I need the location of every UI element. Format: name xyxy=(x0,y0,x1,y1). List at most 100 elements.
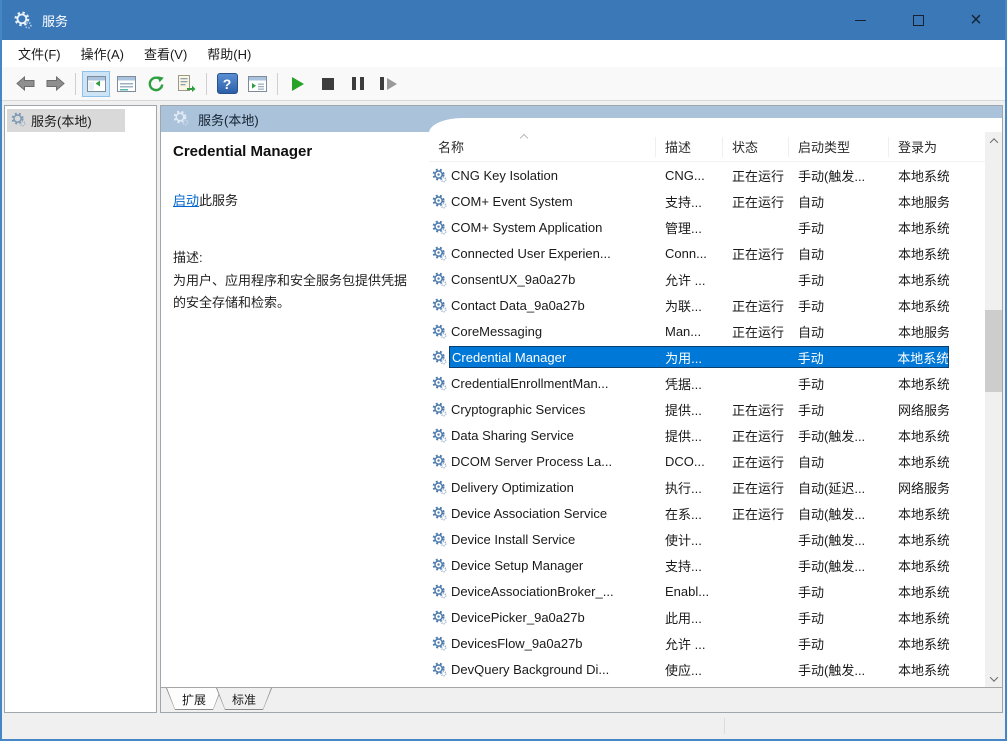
table-row[interactable]: DevQuery Background Di...使应...手动(触发...本地… xyxy=(429,656,985,682)
table-row[interactable]: Device Install Service使计...手动(触发...本地系统 xyxy=(429,526,985,552)
cell-start: 手动(触发... xyxy=(789,660,889,679)
app-gear-icon xyxy=(12,9,34,31)
properties-button[interactable] xyxy=(112,71,140,97)
cell-desc: 允许 ... xyxy=(656,634,723,653)
table-row[interactable]: Credential Manager为用...手动本地系统 xyxy=(429,344,985,370)
cell-stat: 正在运行 xyxy=(723,244,789,263)
cell-desc: 使应... xyxy=(656,660,723,679)
table-row[interactable]: Connected User Experien...Conn...正在运行自动本… xyxy=(429,240,985,266)
tab-extended[interactable]: 扩展 xyxy=(166,688,222,710)
minimize-button[interactable] xyxy=(831,0,889,40)
services-window: 服务 × 文件(F)操作(A)查看(V)帮助(H) ? 服务(本地) xyxy=(0,0,1007,741)
close-button[interactable]: × xyxy=(947,0,1005,40)
cell-logon: 本地系统 xyxy=(889,296,949,315)
cell-desc: 为用... xyxy=(656,348,723,367)
cell-logon: 本地系统 xyxy=(889,608,949,627)
menu-action[interactable]: 操作(A) xyxy=(71,40,134,67)
table-row[interactable]: DCOM Server Process La...DCO...正在运行自动本地系… xyxy=(429,448,985,474)
cell-start: 手动 xyxy=(789,374,889,393)
status-divider xyxy=(724,718,725,734)
services-list: 名称描述状态启动类型登录为 CNG Key IsolationCNG...正在运… xyxy=(429,132,1002,687)
table-row[interactable]: Cryptographic Services提供...正在运行手动网络服务 xyxy=(429,396,985,422)
table-row[interactable]: Device Setup Manager支持...手动(触发...本地系统 xyxy=(429,552,985,578)
table-row[interactable]: COM+ Event System支持...正在运行自动本地服务 xyxy=(429,188,985,214)
cell-name: Contact Data_9a0a27b xyxy=(449,298,656,313)
cell-start: 手动 xyxy=(789,218,889,237)
start-service-button[interactable] xyxy=(284,71,312,97)
table-row[interactable]: ConsentUX_9a0a27b允许 ...手动本地系统 xyxy=(429,266,985,292)
maximize-button[interactable] xyxy=(889,0,947,40)
table-row[interactable]: DevicePicker_9a0a27b此用...手动本地系统 xyxy=(429,604,985,630)
column-header-2[interactable]: 状态 xyxy=(723,137,789,157)
cell-logon: 本地系统 xyxy=(889,452,949,471)
service-gear-icon xyxy=(429,532,449,547)
help-button[interactable]: ? xyxy=(213,71,241,97)
column-header-4[interactable]: 登录为 xyxy=(889,137,949,157)
menu-bar: 文件(F)操作(A)查看(V)帮助(H) xyxy=(2,40,1005,67)
list-header: 名称描述状态启动类型登录为 xyxy=(429,132,985,162)
content-area: 服务(本地) 服务(本地) Credential Manager xyxy=(2,101,1005,713)
cell-stat: 正在运行 xyxy=(723,504,789,523)
tab-standard[interactable]: 标准 xyxy=(216,688,272,710)
panel-gear-icon xyxy=(173,110,189,129)
service-gear-icon xyxy=(429,168,449,183)
console-tree: 服务(本地) xyxy=(4,105,157,713)
menu-file[interactable]: 文件(F) xyxy=(8,40,71,67)
forward-button[interactable] xyxy=(41,71,69,97)
menu-view[interactable]: 查看(V) xyxy=(134,40,197,67)
cell-stat: 正在运行 xyxy=(723,296,789,315)
service-gear-icon xyxy=(429,298,449,313)
maximize-icon xyxy=(913,15,924,26)
cell-stat: 正在运行 xyxy=(723,400,789,419)
pause-icon xyxy=(352,77,364,90)
stop-icon xyxy=(322,78,334,90)
service-gear-icon xyxy=(429,610,449,625)
refresh-button[interactable] xyxy=(142,71,170,97)
table-row[interactable]: DeviceAssociationBroker_...Enabl...手动本地系… xyxy=(429,578,985,604)
pause-service-button[interactable] xyxy=(344,71,372,97)
start-service-link[interactable]: 启动 xyxy=(173,193,199,208)
cell-name: DCOM Server Process La... xyxy=(449,454,656,469)
stop-service-button[interactable] xyxy=(314,71,342,97)
restart-service-button[interactable] xyxy=(374,71,402,97)
cell-stat: 正在运行 xyxy=(723,322,789,341)
cell-start: 自动 xyxy=(789,244,889,263)
scrollbar-thumb[interactable] xyxy=(985,310,1002,392)
show-action-pane-button[interactable] xyxy=(243,71,271,97)
cell-start: 手动 xyxy=(789,400,889,419)
table-row[interactable]: Data Sharing Service提供...正在运行手动(触发...本地系… xyxy=(429,422,985,448)
column-header-0[interactable]: 名称 xyxy=(429,137,656,157)
table-row[interactable]: Delivery Optimization执行...正在运行自动(延迟...网络… xyxy=(429,474,985,500)
cell-start: 自动(延迟... xyxy=(789,478,889,497)
service-description: 为用户、应用程序和安全服务包提供凭据的安全存储和检索。 xyxy=(173,270,419,315)
cell-name: ConsentUX_9a0a27b xyxy=(449,272,656,287)
service-detail-pane: Credential Manager 启动此服务 描述: 为用户、应用程序和安全… xyxy=(161,132,429,687)
menu-help[interactable]: 帮助(H) xyxy=(197,40,261,67)
cell-desc: 允许 ... xyxy=(656,270,723,289)
cell-start: 手动 xyxy=(789,634,889,653)
table-row[interactable]: CoreMessagingMan...正在运行自动本地服务 xyxy=(429,318,985,344)
cell-name: Device Setup Manager xyxy=(449,558,656,573)
table-row[interactable]: Contact Data_9a0a27b为联...正在运行手动本地系统 xyxy=(429,292,985,318)
column-header-1[interactable]: 描述 xyxy=(656,137,723,157)
vertical-scrollbar[interactable] xyxy=(985,132,1002,687)
table-row[interactable]: COM+ System Application管理...手动本地系统 xyxy=(429,214,985,240)
tree-item-services-local[interactable]: 服务(本地) xyxy=(7,109,125,132)
cell-stat: 正在运行 xyxy=(723,478,789,497)
scroll-down-button[interactable] xyxy=(985,670,1002,687)
service-gear-icon xyxy=(429,350,449,365)
window-tree-icon xyxy=(87,76,106,92)
play-icon xyxy=(292,77,304,91)
table-row[interactable]: CredentialEnrollmentMan...凭据...手动本地系统 xyxy=(429,370,985,396)
column-header-3[interactable]: 启动类型 xyxy=(789,137,889,157)
cell-name: DevicePicker_9a0a27b xyxy=(449,610,656,625)
export-list-button[interactable] xyxy=(172,71,200,97)
start-service-suffix: 此服务 xyxy=(199,193,238,208)
back-button[interactable] xyxy=(11,71,39,97)
table-row[interactable]: Device Association Service在系...正在运行自动(触发… xyxy=(429,500,985,526)
scroll-up-button[interactable] xyxy=(985,132,1002,149)
show-console-tree-button[interactable] xyxy=(82,71,110,97)
table-row[interactable]: CNG Key IsolationCNG...正在运行手动(触发...本地系统 xyxy=(429,162,985,188)
cell-stat: 正在运行 xyxy=(723,426,789,445)
table-row[interactable]: DevicesFlow_9a0a27b允许 ...手动本地系统 xyxy=(429,630,985,656)
